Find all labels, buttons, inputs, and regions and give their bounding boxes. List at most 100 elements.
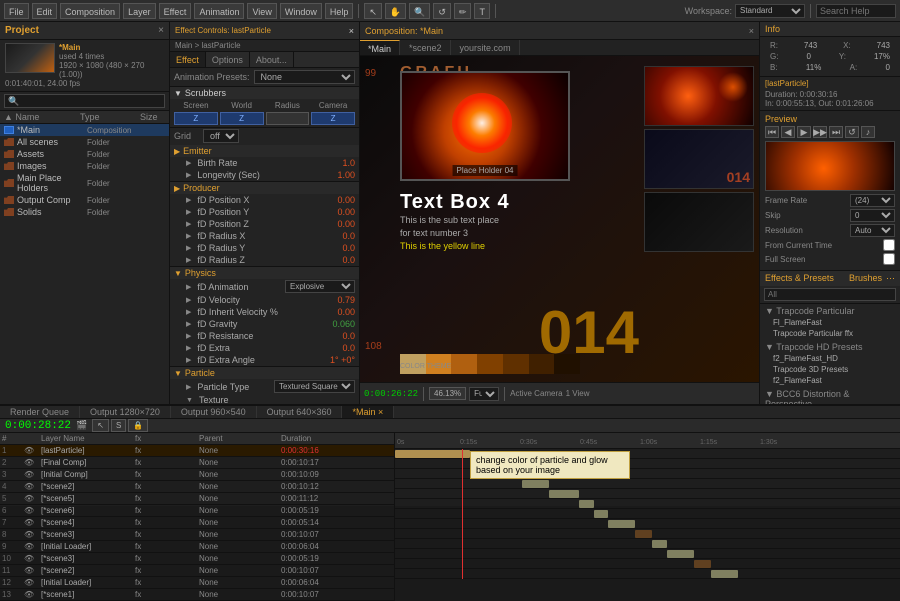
posz-value[interactable]: 0.00 bbox=[320, 219, 355, 229]
project-item-allscenes[interactable]: All scenes Folder bbox=[0, 136, 169, 148]
effect-tab-effect[interactable]: Effect bbox=[170, 52, 206, 67]
effect-tab-about[interactable]: About... bbox=[250, 52, 294, 67]
app-menu-view[interactable]: View bbox=[247, 3, 276, 19]
animation-presets-select[interactable]: None bbox=[254, 70, 355, 84]
particle-header[interactable]: ▼Particle bbox=[170, 367, 359, 379]
tl-layer-8[interactable]: 8 👁 [*scene3] fx None 0:00:10:07 bbox=[0, 529, 394, 541]
tl-layer-4[interactable]: 4 👁 [*scene2] fx None 0:00:10:12 bbox=[0, 481, 394, 493]
trapcode-hd-title[interactable]: ▼ Trapcode HD Presets bbox=[765, 341, 895, 353]
radiusx-value[interactable]: 0.0 bbox=[320, 231, 355, 241]
ep-item-flamefastl[interactable]: Fl_FlameFast bbox=[765, 317, 895, 328]
gravity-value[interactable]: 0.060 bbox=[320, 319, 355, 329]
prev-to-start-btn[interactable]: ⏮ bbox=[765, 126, 779, 138]
more-tab[interactable]: ⋯ bbox=[886, 273, 895, 284]
layer-13-eye[interactable]: 👁 bbox=[24, 590, 39, 599]
tl-layer-9[interactable]: 9 👁 [Initial Loader] fx None 0:00:06:04 bbox=[0, 541, 394, 553]
inherit-velocity-value[interactable]: 0.00 bbox=[320, 307, 355, 317]
comp-panel-close[interactable]: × bbox=[749, 26, 754, 36]
project-panel-close[interactable]: × bbox=[158, 25, 164, 36]
tl-layer-2[interactable]: 2 👁 [Final Comp] fx None 0:00:10:17 bbox=[0, 457, 394, 469]
layer-9-eye[interactable]: 👁 bbox=[24, 542, 39, 551]
tl-tab-main[interactable]: *Main × bbox=[342, 406, 394, 418]
layer-11-eye[interactable]: 👁 bbox=[24, 566, 39, 575]
app-menu-effect[interactable]: Effect bbox=[159, 3, 192, 19]
app-menu-window[interactable]: Window bbox=[280, 3, 322, 19]
birth-rate-value[interactable]: 1.0 bbox=[320, 158, 355, 168]
app-menu-composition[interactable]: Composition bbox=[60, 3, 120, 19]
layer-3-fx[interactable]: fx bbox=[135, 470, 165, 479]
tl-layer-11[interactable]: 11 👁 [*scene2] fx None 0:00:10:07 bbox=[0, 565, 394, 577]
tool-hand[interactable]: ✋ bbox=[385, 3, 406, 19]
app-menu-animation[interactable]: Animation bbox=[194, 3, 244, 19]
prev-to-end-btn[interactable]: ⏭ bbox=[829, 126, 843, 138]
tl-tab-output-sd[interactable]: Output 640×360 bbox=[257, 406, 343, 418]
project-item-images[interactable]: Images Folder bbox=[0, 160, 169, 172]
app-menu-edit[interactable]: Edit bbox=[32, 3, 58, 19]
project-item-main[interactable]: *Main Composition bbox=[0, 124, 169, 136]
layer-13-fx[interactable]: fx bbox=[135, 590, 165, 599]
animation-dropdown[interactable]: Explosive bbox=[285, 280, 355, 293]
prev-loop-btn[interactable]: ↺ bbox=[845, 126, 859, 138]
project-item-outputcomp[interactable]: Output Comp Folder bbox=[0, 194, 169, 206]
layer-10-eye[interactable]: 👁 bbox=[24, 554, 39, 563]
scrubbers-header[interactable]: ▼ Scrubbers bbox=[170, 87, 359, 99]
comp-tab-main[interactable]: *Main bbox=[360, 40, 400, 55]
ep-item-flamefast2[interactable]: f2_FlameFast bbox=[765, 375, 895, 386]
layer-10-fx[interactable]: fx bbox=[135, 554, 165, 563]
layer-5-fx[interactable]: fx bbox=[135, 494, 165, 503]
tl-tab-render-queue[interactable]: Render Queue bbox=[0, 406, 80, 418]
ep-item-flamefast-hd[interactable]: f2_FlameFast_HD bbox=[765, 353, 895, 364]
prev-fwd-btn[interactable]: ▶▶ bbox=[813, 126, 827, 138]
grid-select[interactable]: off bbox=[203, 129, 239, 143]
layer-8-eye[interactable]: 👁 bbox=[24, 530, 39, 539]
layer-7-fx[interactable]: fx bbox=[135, 518, 165, 527]
effect-tab-options[interactable]: Options bbox=[206, 52, 250, 67]
posx-value[interactable]: 0.00 bbox=[320, 195, 355, 205]
tl-tab-output-hd[interactable]: Output 1280×720 bbox=[80, 406, 171, 418]
layer-5-eye[interactable]: 👁 bbox=[24, 494, 39, 503]
timeline-playhead[interactable] bbox=[462, 449, 463, 579]
velocity-value[interactable]: 0.79 bbox=[320, 295, 355, 305]
layer-4-fx[interactable]: fx bbox=[135, 482, 165, 491]
tl-layer-1[interactable]: 1 👁 [lastParticle] fx None 0:00:30:16 bbox=[0, 445, 394, 457]
layer-9-fx[interactable]: fx bbox=[135, 542, 165, 551]
tl-btn-select[interactable]: ↖ bbox=[92, 419, 109, 432]
full-screen-checkbox[interactable] bbox=[883, 253, 895, 265]
ep-item-trapcode-ffx[interactable]: Trapcode Particular ffx bbox=[765, 328, 895, 339]
layer-4-eye[interactable]: 👁 bbox=[24, 482, 39, 491]
extra-value[interactable]: 0.0 bbox=[320, 343, 355, 353]
scrubber-btn-z1[interactable]: Z bbox=[174, 112, 218, 125]
skip-select[interactable]: 0 bbox=[850, 209, 895, 222]
effects-search-input[interactable] bbox=[764, 288, 896, 301]
resolution-select[interactable]: Full bbox=[469, 387, 499, 401]
posy-value[interactable]: 0.00 bbox=[320, 207, 355, 217]
prev-back-btn[interactable]: ◀ bbox=[781, 126, 795, 138]
prev-audio-btn[interactable]: ♪ bbox=[861, 126, 875, 138]
layer-12-fx[interactable]: fx bbox=[135, 578, 165, 587]
layer-12-eye[interactable]: 👁 bbox=[24, 578, 39, 587]
project-item-solids[interactable]: Solids Folder bbox=[0, 206, 169, 218]
tool-pen[interactable]: ✏ bbox=[454, 3, 472, 19]
search-input[interactable] bbox=[816, 4, 896, 18]
tool-text[interactable]: T bbox=[474, 3, 490, 19]
resistance-value[interactable]: 0.0 bbox=[320, 331, 355, 341]
zoom-to-fit-btn[interactable]: 46.13% bbox=[429, 387, 466, 400]
resolution-select-preview[interactable]: Auto bbox=[850, 224, 895, 237]
prev-play-btn[interactable]: ▶ bbox=[797, 126, 811, 138]
layer-11-fx[interactable]: fx bbox=[135, 566, 165, 575]
project-item-placeholders[interactable]: Main Place Holders Folder bbox=[0, 172, 169, 194]
tl-layer-10[interactable]: 10 👁 [*scene3] fx None 0:00:05:19 bbox=[0, 553, 394, 565]
app-menu-help[interactable]: Help bbox=[325, 3, 354, 19]
layer-8-fx[interactable]: fx bbox=[135, 530, 165, 539]
tl-tab-output-md[interactable]: Output 960×540 bbox=[171, 406, 257, 418]
scrubber-btn-empty[interactable] bbox=[266, 112, 310, 125]
radiusy-value[interactable]: 0.0 bbox=[320, 243, 355, 253]
trapcode-particular-title[interactable]: ▼ Trapcode Particular bbox=[765, 305, 895, 317]
layer-1-eye[interactable]: 👁 bbox=[24, 446, 39, 455]
emitter-header[interactable]: ▶Emitter bbox=[170, 145, 359, 157]
producer-header[interactable]: ▶Producer bbox=[170, 182, 359, 194]
tl-layer-13[interactable]: 13 👁 [*scene1] fx None 0:00:10:07 bbox=[0, 589, 394, 601]
ep-item-trapcode-3d[interactable]: Trapcode 3D Presets bbox=[765, 364, 895, 375]
layer-1-fx[interactable]: fx bbox=[135, 446, 165, 455]
effect-panel-close[interactable]: × bbox=[349, 26, 354, 36]
